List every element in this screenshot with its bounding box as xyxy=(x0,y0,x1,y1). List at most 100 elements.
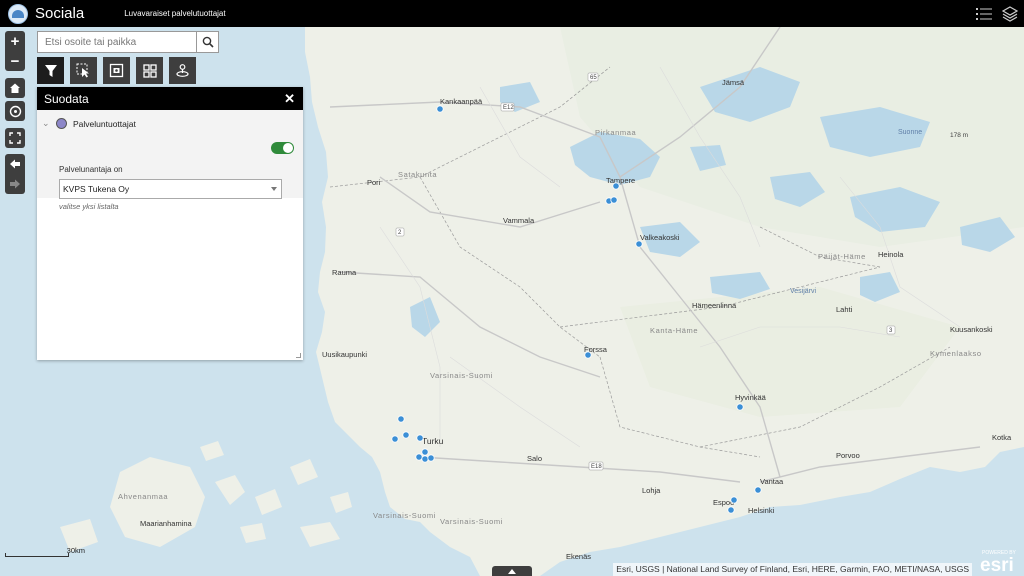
zoom-in-button[interactable]: + xyxy=(5,31,25,51)
list-icon[interactable] xyxy=(974,4,994,24)
city-label: Jämsä xyxy=(722,78,745,87)
sociala-logo-icon xyxy=(8,3,28,24)
search-input[interactable] xyxy=(38,32,197,52)
condition-label: Palvelunantaja on xyxy=(59,165,123,174)
provider-marker[interactable] xyxy=(635,240,643,248)
layer-toggle[interactable] xyxy=(271,142,294,154)
search-widget xyxy=(37,31,219,53)
locate-icon xyxy=(176,64,189,77)
screenshot-icon xyxy=(109,63,124,78)
home-button[interactable] xyxy=(5,78,25,98)
layer-symbol-icon xyxy=(56,118,67,129)
selected-value: KVPS Tukena Oy xyxy=(63,184,130,194)
app-title: Sociala xyxy=(35,5,85,22)
city-label: Kankaanpää xyxy=(440,97,483,106)
fullscreen-icon xyxy=(5,128,25,148)
city-label: Kotka xyxy=(992,433,1012,442)
provider-marker[interactable] xyxy=(415,453,423,461)
provider-marker[interactable] xyxy=(397,415,405,423)
map-app: Sociala Luvavaraiset palvelutuottajat Ka… xyxy=(0,0,1024,576)
region-label: Varsinais-Suomi xyxy=(440,517,503,526)
provider-marker[interactable] xyxy=(416,434,424,442)
expand-panel-button[interactable] xyxy=(492,566,532,576)
basemap-gallery-button[interactable] xyxy=(136,57,163,84)
city-label: Hyvinkää xyxy=(735,393,767,402)
city-label: Turku xyxy=(422,436,444,446)
layer-name: Palveluntuottajat xyxy=(73,118,136,129)
previous-extent-button[interactable] xyxy=(5,154,25,174)
provider-marker[interactable] xyxy=(754,486,762,494)
provider-marker[interactable] xyxy=(391,435,399,443)
provider-marker[interactable] xyxy=(730,496,738,504)
provider-marker[interactable] xyxy=(610,196,618,204)
provider-marker[interactable] xyxy=(427,454,435,462)
chevron-down-icon[interactable]: ⌄ xyxy=(42,118,50,129)
city-label: Pori xyxy=(367,178,381,187)
locate-tool-button[interactable] xyxy=(169,57,196,84)
city-label: Hämeenlinna xyxy=(692,301,737,310)
provider-marker[interactable] xyxy=(736,403,744,411)
city-label: Heinola xyxy=(878,250,904,259)
locate-icon xyxy=(5,101,25,121)
provider-marker[interactable] xyxy=(421,455,429,463)
filter-tool-button[interactable] xyxy=(37,57,64,84)
city-label: Vantaa xyxy=(760,477,784,486)
app-subtitle: Luvavaraiset palvelutuottajat xyxy=(124,9,226,18)
home-icon xyxy=(5,78,25,98)
city-label: Helsinki xyxy=(748,506,775,515)
provider-marker[interactable] xyxy=(402,431,410,439)
close-icon[interactable]: ✕ xyxy=(284,91,295,107)
city-label: Porvoo xyxy=(836,451,860,460)
provider-marker[interactable] xyxy=(584,351,592,359)
select-tool-button[interactable] xyxy=(70,57,97,84)
layers-icon[interactable] xyxy=(1000,4,1020,24)
provider-marker[interactable] xyxy=(436,105,444,113)
filter-panel: Suodata ✕ ⌄ Palveluntuottajat Palvelunan… xyxy=(37,87,303,360)
app-header: Sociala Luvavaraiset palvelutuottajat xyxy=(0,0,1024,27)
region-label: Satakunta xyxy=(398,170,437,179)
provider-marker[interactable] xyxy=(612,182,620,190)
provider-marker[interactable] xyxy=(727,506,735,514)
region-label: Varsinais-Suomi xyxy=(430,371,493,380)
city-label: Salo xyxy=(527,454,542,463)
layer-row[interactable]: ⌄ Palveluntuottajat xyxy=(42,118,136,129)
city-label: Ekenäs xyxy=(566,552,591,561)
region-label: Ahvenanmaa xyxy=(118,492,168,501)
elevation-label: 178 m xyxy=(950,132,968,139)
provider-marker[interactable] xyxy=(421,448,429,456)
zoom-out-button[interactable]: − xyxy=(5,51,25,71)
zoom-control: + − xyxy=(5,31,25,71)
road-label: E12 xyxy=(503,105,514,111)
provider-select[interactable]: KVPS Tukena Oy xyxy=(59,179,282,199)
attribution-text: Esri, USGS | National Land Survey of Fin… xyxy=(613,563,972,576)
toggle-knob xyxy=(283,143,293,153)
scale-bar: 30km xyxy=(5,546,85,557)
water-label: Vesijärvi xyxy=(790,288,817,295)
city-label: Maarianhamina xyxy=(140,519,193,528)
next-extent-button[interactable] xyxy=(5,174,25,194)
resize-handle[interactable] xyxy=(296,353,301,358)
road-label: E18 xyxy=(591,464,602,470)
panel-header: Suodata xyxy=(37,87,303,110)
region-label: Kymenlaakso xyxy=(930,349,982,358)
water-label: Suonne xyxy=(898,129,922,136)
road-label: 65 xyxy=(590,75,597,81)
region-label: Kanta-Häme xyxy=(650,326,698,335)
city-label: Lohja xyxy=(642,486,661,495)
region-label: Päijät-Häme xyxy=(818,252,866,261)
locate-button[interactable] xyxy=(5,101,25,121)
extent-navigation xyxy=(5,154,25,194)
city-label: Lahti xyxy=(836,305,853,314)
region-label: Pirkanmaa xyxy=(595,128,636,137)
city-label: Valkeakoski xyxy=(640,233,680,242)
filter-icon xyxy=(44,64,57,77)
hint-text: valitse yksi listalta xyxy=(59,202,119,211)
city-label: Uusikaupunki xyxy=(322,350,367,359)
fullscreen-button[interactable] xyxy=(5,128,25,148)
filter-item: ⌄ Palveluntuottajat Palvelunantaja on KV… xyxy=(37,110,303,211)
basemap-gallery-icon xyxy=(142,63,157,78)
esri-logo: POWERED BY esri xyxy=(978,548,1020,576)
screenshot-tool-button[interactable] xyxy=(103,57,130,84)
esri-logo-text: esri xyxy=(980,555,1014,574)
search-icon[interactable] xyxy=(196,32,218,52)
